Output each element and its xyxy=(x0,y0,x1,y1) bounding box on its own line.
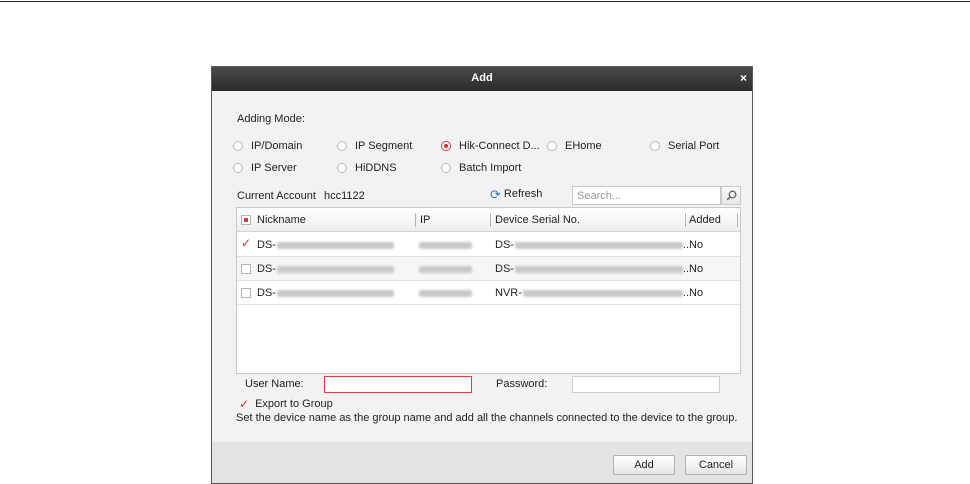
radio-label: Hik-Connect D... xyxy=(459,140,540,152)
radio-label: HiDDNS xyxy=(355,162,397,174)
dialog-title: Add xyxy=(471,72,493,84)
search-icon xyxy=(726,190,736,201)
redacted-text xyxy=(276,265,394,273)
redacted-text xyxy=(419,265,472,273)
export-to-group-checkbox[interactable]: ✓ Export to Group xyxy=(239,397,333,411)
close-icon[interactable]: × xyxy=(740,71,747,85)
radio-ip-domain[interactable]: IP/Domain xyxy=(233,140,302,152)
radio-label: IP Segment xyxy=(355,140,413,152)
row-ip xyxy=(418,263,472,275)
row-nickname: DS- xyxy=(257,287,394,299)
radio-hik-connect[interactable]: Hik-Connect D... xyxy=(441,140,540,152)
redacted-text xyxy=(419,241,472,249)
dialog-footer: Add Cancel xyxy=(212,442,752,483)
radio-ip-segment[interactable]: IP Segment xyxy=(337,140,412,152)
row-ip xyxy=(418,239,472,251)
select-all-checkbox[interactable] xyxy=(241,215,251,225)
row-checkbox[interactable] xyxy=(241,264,251,274)
refresh-icon: ⟳ xyxy=(490,186,501,202)
radio-label: IP/Domain xyxy=(251,140,303,152)
column-divider[interactable] xyxy=(685,213,686,227)
table-row[interactable]: DS- NVR-.. No xyxy=(237,281,740,305)
nickname-prefix: DS- xyxy=(257,239,276,251)
refresh-button[interactable]: ⟳ Refresh xyxy=(490,186,543,202)
row-added: No xyxy=(689,239,704,251)
header-ip[interactable]: IP xyxy=(420,214,430,226)
radio-indicator xyxy=(233,141,243,151)
redacted-text xyxy=(514,265,683,273)
row-added: No xyxy=(689,263,704,275)
export-label: Export to Group xyxy=(255,398,333,410)
serial-prefix: DS- xyxy=(495,263,514,275)
username-input[interactable] xyxy=(324,376,472,393)
cancel-button[interactable]: Cancel xyxy=(685,455,747,475)
dialog-titlebar: Add × xyxy=(212,67,752,91)
radio-indicator xyxy=(233,163,243,173)
current-account-value: hcc1122 xyxy=(324,190,365,202)
device-table: Nickname IP Device Serial No. Added ✓ DS… xyxy=(236,207,741,374)
table-header: Nickname IP Device Serial No. Added xyxy=(237,208,740,232)
search-button[interactable] xyxy=(721,186,741,205)
row-checkbox-checked[interactable]: ✓ xyxy=(241,236,251,250)
radio-indicator xyxy=(337,141,347,151)
radio-label: IP Server xyxy=(251,162,297,174)
column-divider[interactable] xyxy=(737,213,738,227)
checkmark-icon: ✓ xyxy=(241,236,252,250)
row-nickname: DS- xyxy=(257,239,394,251)
table-row[interactable]: DS- DS-.. No xyxy=(237,257,740,281)
radio-indicator-selected xyxy=(441,141,451,151)
radio-indicator xyxy=(337,163,347,173)
checkmark-icon: ✓ xyxy=(239,397,250,411)
column-divider[interactable] xyxy=(490,213,491,227)
password-input[interactable] xyxy=(572,376,720,393)
row-serial: NVR-.. xyxy=(495,287,690,299)
radio-indicator xyxy=(441,163,451,173)
row-serial: DS-.. xyxy=(495,239,690,251)
redacted-text xyxy=(276,241,394,249)
search-input[interactable] xyxy=(572,186,721,205)
header-nickname[interactable]: Nickname xyxy=(257,214,306,226)
redacted-text xyxy=(514,241,683,249)
add-button[interactable]: Add xyxy=(613,455,675,475)
export-hint: Set the device name as the group name an… xyxy=(236,412,738,424)
radio-ip-server[interactable]: IP Server xyxy=(233,162,297,174)
header-serial[interactable]: Device Serial No. xyxy=(495,214,580,226)
nickname-prefix: DS- xyxy=(257,287,276,299)
row-added: No xyxy=(689,287,704,299)
nickname-prefix: DS- xyxy=(257,263,276,275)
radio-label: EHome xyxy=(565,140,602,152)
redacted-text xyxy=(522,289,683,297)
serial-prefix: NVR- xyxy=(495,287,522,299)
table-row[interactable]: ✓ DS- DS-.. No xyxy=(237,233,740,257)
radio-ehome[interactable]: EHome xyxy=(547,140,602,152)
adding-mode-label: Adding Mode: xyxy=(237,113,305,125)
radio-serial-port[interactable]: Serial Port xyxy=(650,140,719,152)
password-label: Password: xyxy=(496,378,548,390)
row-checkbox[interactable] xyxy=(241,288,251,298)
header-added[interactable]: Added xyxy=(689,214,721,226)
serial-prefix: DS- xyxy=(495,239,514,251)
top-rule xyxy=(0,1,970,2)
add-device-dialog: Add × Adding Mode: IP/Domain IP Segment … xyxy=(211,66,753,484)
column-divider[interactable] xyxy=(415,213,416,227)
radio-label: Batch Import xyxy=(459,162,522,174)
username-label: User Name: xyxy=(245,378,304,390)
row-ip xyxy=(418,287,472,299)
radio-batch-import[interactable]: Batch Import xyxy=(441,162,521,174)
row-serial: DS-.. xyxy=(495,263,690,275)
radio-label: Serial Port xyxy=(668,140,720,152)
radio-hiddns[interactable]: HiDDNS xyxy=(337,162,397,174)
radio-indicator xyxy=(650,141,660,151)
redacted-text xyxy=(276,289,394,297)
refresh-label: Refresh xyxy=(503,188,543,200)
redacted-text xyxy=(419,289,472,297)
radio-indicator xyxy=(547,141,557,151)
current-account-label: Current Account xyxy=(237,190,316,202)
row-nickname: DS- xyxy=(257,263,394,275)
